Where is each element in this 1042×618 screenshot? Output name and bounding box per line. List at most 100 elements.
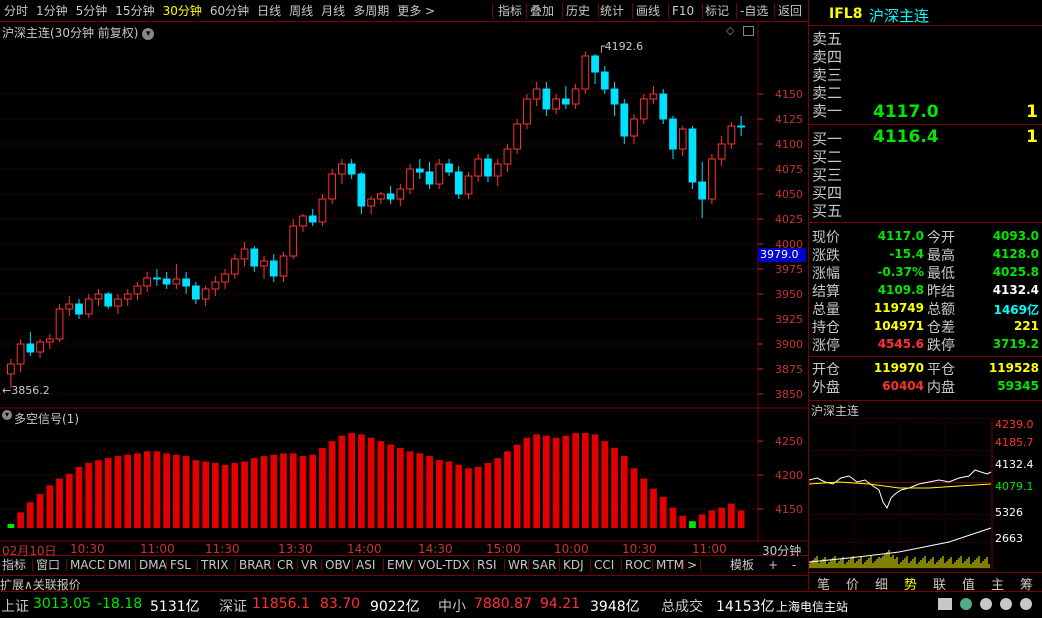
info-icon[interactable] [1020, 598, 1032, 610]
signal-bar [435, 460, 443, 528]
indicator-tab-19[interactable]: ROC [625, 557, 651, 573]
period-6[interactable]: 日线 [253, 0, 285, 22]
indicator-tab-17[interactable]: KDJ [563, 557, 584, 573]
indicator-tab-2[interactable]: MACD [70, 557, 106, 573]
candle-body [552, 98, 561, 110]
indicator-tab-8[interactable]: CR [277, 557, 294, 573]
period-8[interactable]: 月线 [317, 0, 349, 22]
indicator-tab-13[interactable]: VOL-TDX [418, 557, 470, 573]
diamond-icon[interactable]: ◇ [726, 24, 734, 37]
period-9[interactable]: 多周期 [349, 0, 393, 22]
indicator-tab-7[interactable]: BRAR [239, 557, 272, 573]
stat-value: 104971 [873, 319, 924, 333]
signal-bar [377, 441, 385, 528]
tray-icon[interactable] [938, 598, 952, 610]
indicator-tab-21[interactable]: > [687, 557, 697, 573]
toolbar-item-7[interactable]: -自选 [740, 0, 768, 22]
period-1[interactable]: 1分钟 [32, 0, 72, 22]
remove-button[interactable]: - [792, 557, 796, 573]
server-name[interactable]: 上海电信主站 [776, 598, 848, 615]
toolbar-item-1[interactable]: 叠加 [530, 0, 554, 22]
add-button[interactable]: + [768, 557, 778, 573]
related-quotes-tab[interactable]: 关联报价 [33, 578, 81, 592]
chevron-down-icon[interactable]: ▾ [142, 27, 155, 40]
toolbar-item-6[interactable]: 标记 [705, 0, 729, 22]
kline-chart-area[interactable]: 425042004150 415041254100407540504025400… [0, 22, 808, 542]
toolbar-item-2[interactable]: 历史 [566, 0, 590, 22]
buy1-volume: 1 [1026, 127, 1038, 147]
divider [809, 400, 1042, 401]
period-0[interactable]: 分时 [0, 0, 32, 22]
toolbar-item-4[interactable]: 画线 [636, 0, 660, 22]
stat-value: 59345 [997, 379, 1039, 393]
period-3[interactable]: 15分钟 [111, 0, 158, 22]
indicator-tab-11[interactable]: ASI [356, 557, 375, 573]
period-5[interactable]: 60分钟 [206, 0, 253, 22]
sh-label[interactable]: 上证 [1, 596, 29, 616]
price-tick-label: 3875 [775, 363, 803, 376]
mini-price-label: 4079.1 [995, 480, 1034, 493]
sz-label[interactable]: 深证 [219, 596, 247, 616]
stat-value: 60404 [882, 379, 924, 393]
indicator-tab-18[interactable]: CCI [594, 557, 614, 573]
indicator-tab-5[interactable]: FSL [170, 557, 191, 573]
indicator-tab-9[interactable]: VR [301, 557, 318, 573]
candle-body [260, 260, 268, 267]
signal-bar [17, 512, 24, 528]
indicator-tab-14[interactable]: RSI [477, 557, 497, 573]
signal-bar [182, 456, 190, 528]
settings-icon[interactable] [1000, 598, 1012, 610]
chevron-down-icon[interactable]: ▾ [2, 410, 12, 420]
window-icon[interactable] [743, 26, 754, 36]
template-button[interactable]: 模板 [730, 557, 754, 573]
signal-bar [426, 456, 433, 528]
price-tick-label: 4025 [775, 213, 803, 226]
signal-bar [134, 453, 141, 528]
candle-body [717, 143, 726, 160]
mini-volume-avg-line [809, 527, 992, 563]
candle-body [104, 293, 113, 307]
period-7[interactable]: 周线 [285, 0, 317, 22]
indicator-tab-4[interactable]: DMA [139, 557, 167, 573]
indicator-tab-3[interactable]: DMI [108, 557, 131, 573]
stat-label: 现价 [812, 230, 840, 246]
period-10[interactable]: 更多 > [393, 0, 439, 22]
stat-value: 4132.4 [992, 283, 1039, 297]
sh-value: 3013.05 [33, 596, 91, 612]
indicator-tabs: 指标 窗口 MACD DMI DMA FSL TRIX BRAR CR VR OBV ASI EMV VO… [0, 557, 808, 573]
toolbar-item-3[interactable]: 统计 [600, 0, 624, 22]
toolbar-item-0[interactable]: 指标 [498, 0, 522, 22]
indicator-tab-15[interactable]: WR [508, 557, 528, 573]
mini-price-label: 4185.7 [995, 436, 1034, 449]
toolbar-item-8[interactable]: 返回 [778, 0, 802, 22]
price-tick-label: 3925 [775, 313, 803, 326]
mini-volume-label: 2663 [995, 532, 1023, 545]
signal-bar [319, 447, 326, 528]
candle-body [318, 198, 327, 223]
period-4[interactable]: 30分钟 [159, 0, 206, 22]
time-label: 10:30 [70, 542, 105, 556]
network-icon[interactable] [980, 598, 992, 610]
signal-bar [552, 437, 560, 528]
signal-bar [513, 444, 521, 528]
candle-body [532, 88, 541, 100]
indicator-tab-10[interactable]: OBV [325, 557, 351, 573]
quote-header: IFL8 沪深主连 [809, 0, 1042, 26]
indicator-tab-12[interactable]: EMV [387, 557, 413, 573]
high-label: ┌4192.6 [598, 40, 643, 53]
signal-bar [211, 462, 219, 528]
stat-label: 开仓 [812, 362, 840, 378]
indicator-tab-16[interactable]: SAR [532, 557, 556, 573]
extend-tab[interactable]: 扩展∧ [0, 578, 33, 592]
stat-label: 最低 [927, 266, 955, 282]
indicator-tab-6[interactable]: TRIX [201, 557, 228, 573]
indicator-tab-1[interactable]: 窗口 [36, 557, 60, 573]
zx-label[interactable]: 中小 [438, 596, 466, 616]
chart-title-text: 沪深主连(30分钟 前复权) [2, 26, 139, 40]
speaker-icon[interactable] [960, 598, 972, 610]
indicator-tab-0[interactable]: 指标 [2, 557, 26, 573]
indicator-tab-20[interactable]: MTM [656, 557, 684, 573]
candle-body [75, 303, 83, 315]
toolbar-item-5[interactable]: F10 [672, 0, 694, 22]
period-2[interactable]: 5分钟 [72, 0, 112, 22]
